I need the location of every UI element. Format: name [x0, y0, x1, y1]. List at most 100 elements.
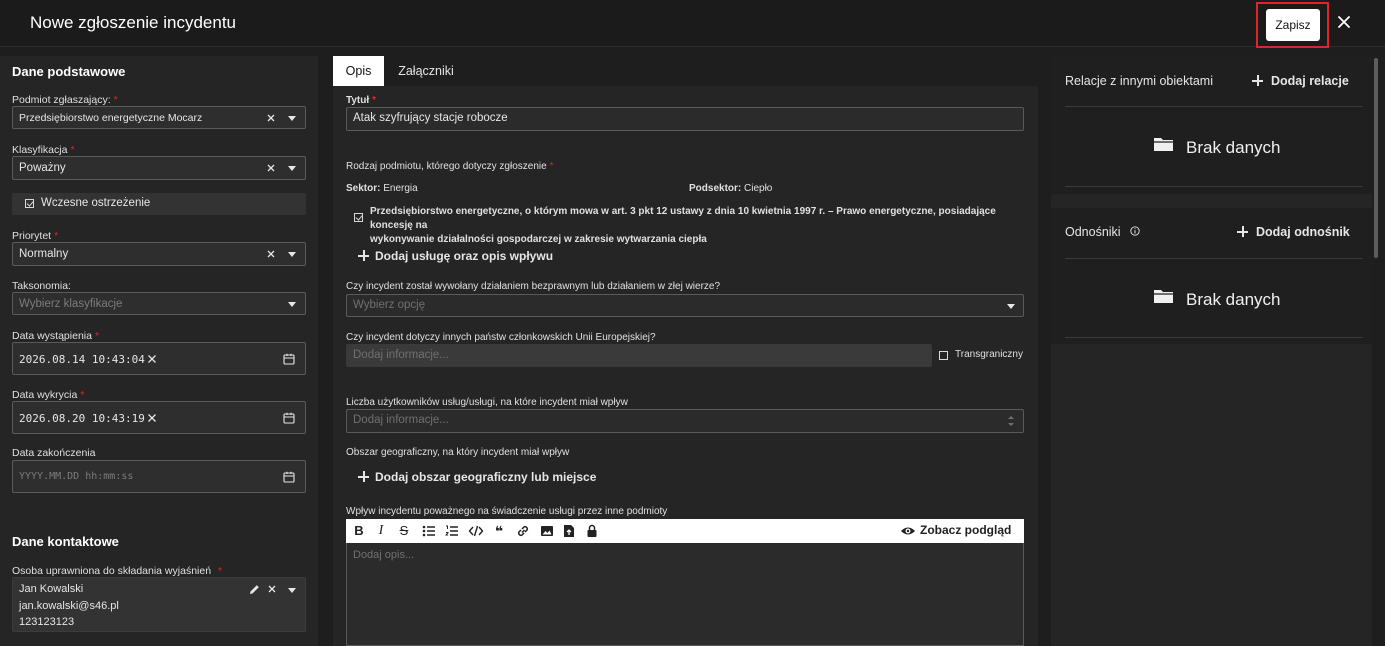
detected-date-input[interactable]: 2026.08.20 10:43:19: [12, 401, 306, 434]
entity-type-description: Przedsiębiorstwo energetyczne, o którym …: [370, 206, 996, 245]
taxonomy-label: Taksonomia:: [12, 280, 71, 292]
subject-type-label: Rodzaj podmiotu, którego dotyczy zgłosze…: [346, 161, 554, 172]
title-input[interactable]: Atak szyfrujący stacje robocze: [346, 107, 1024, 131]
image-icon[interactable]: [540, 523, 554, 539]
contact-person-select[interactable]: Jan Kowalski jan.kowalski@s46.pl 1231231…: [12, 577, 306, 632]
file-upload-icon[interactable]: [563, 523, 575, 539]
tab-attachments[interactable]: Załączniki: [391, 56, 461, 86]
strikethrough-icon[interactable]: S: [397, 523, 411, 539]
ended-date-input[interactable]: YYYY.MM.DD hh:mm:ss: [12, 460, 306, 493]
add-relation-button[interactable]: Dodaj relacje: [1271, 74, 1349, 88]
add-geo-area-button[interactable]: Dodaj obszar geograficzny lub miejsce: [375, 470, 596, 484]
editor-toolbar: B I S ❝ Zobacz podgląd: [346, 519, 1024, 543]
numbered-list-icon[interactable]: [445, 523, 459, 539]
relations-panel-column: Relacje z innymi obiektami Dodaj relacje…: [1051, 56, 1372, 646]
priority-label: Priorytet *: [12, 230, 59, 242]
chevron-down-icon[interactable]: [288, 588, 296, 593]
scrollbar[interactable]: [1373, 56, 1379, 646]
subsector-text: Podsektor: Ciepło: [689, 183, 773, 194]
subject-label: Podmiot zgłaszający: *: [12, 94, 118, 106]
save-button[interactable]: Zapisz: [1266, 9, 1320, 41]
contact-data-title: Dane kontaktowe: [12, 534, 119, 549]
info-icon[interactable]: [1130, 226, 1140, 236]
plus-icon: [1252, 75, 1263, 86]
folder-icon: [1154, 290, 1173, 303]
eu-states-input[interactable]: Dodaj informacje...: [346, 344, 932, 367]
unlawful-label: Czy incydent został wywołany działaniem …: [346, 281, 721, 292]
early-warning-checkbox[interactable]: [25, 199, 34, 208]
clear-icon[interactable]: [146, 412, 158, 424]
impact-label: Wpływ incydentu poważnego na świadczenie…: [346, 506, 668, 517]
early-warning-checkbox-row[interactable]: Wczesne ostrzeżenie: [12, 193, 306, 215]
basic-data-title: Dane podstawowe: [12, 64, 126, 79]
calendar-icon[interactable]: [283, 412, 295, 424]
bold-icon[interactable]: B: [352, 523, 366, 539]
impact-description-editor[interactable]: Dodaj opis...: [346, 543, 1024, 646]
add-reference-button[interactable]: Dodaj odnośnik: [1256, 225, 1350, 239]
plus-icon: [358, 471, 369, 482]
classification-select[interactable]: Poważny: [12, 156, 306, 180]
calendar-icon[interactable]: [283, 353, 295, 365]
scrollbar-thumb[interactable]: [1374, 58, 1378, 258]
users-count-label: Liczba użytkowników usług/usługi, na któ…: [346, 397, 628, 408]
description-panel: Opis Załączniki Tytuł * Atak szyfrujący s…: [333, 56, 1038, 646]
crossborder-label: Transgraniczny: [955, 349, 1023, 360]
occurred-label: Data wystąpienia *: [12, 330, 100, 342]
title-label: Tytuł *: [346, 95, 377, 106]
contact-email: jan.kowalski@s46.pl: [19, 600, 119, 612]
clear-icon[interactable]: [266, 583, 278, 595]
clear-icon[interactable]: [265, 162, 277, 174]
code-icon[interactable]: [468, 523, 484, 539]
relations-empty-text: Brak danych: [1186, 138, 1281, 157]
references-title: Odnośniki: [1065, 225, 1121, 239]
add-service-button[interactable]: Dodaj usługę oraz opis wpływu: [375, 249, 553, 263]
italic-icon[interactable]: I: [374, 523, 388, 539]
basic-data-panel: Dane podstawowe Podmiot zgłaszający: * Pr…: [0, 56, 318, 646]
taxonomy-select[interactable]: Wybierz klasyfikacje: [12, 292, 306, 315]
plus-icon: [1237, 226, 1248, 237]
references-panel: Odnośniki Dodaj odnośnik Brak danych: [1051, 208, 1372, 344]
sector-text: Sektor: Energia: [346, 183, 418, 194]
dialog-header: Nowe zgłoszenie incydentu Zapisz: [0, 0, 1385, 48]
stepper-icon[interactable]: [1007, 413, 1015, 429]
clear-icon[interactable]: [265, 248, 277, 260]
close-icon[interactable]: [1333, 11, 1355, 33]
geo-area-label: Obszar geograficzny, na który incydent m…: [346, 447, 570, 458]
page-title: Nowe zgłoszenie incydentu: [30, 13, 237, 32]
relations-panel: Relacje z innymi obiektami Dodaj relacje…: [1051, 56, 1372, 194]
early-warning-label: Wczesne ostrzeżenie: [41, 197, 151, 209]
entity-type-checkbox[interactable]: [354, 213, 363, 222]
eu-states-label: Czy incydent dotyczy innych państw człon…: [346, 332, 656, 343]
unlawful-select[interactable]: Wybierz opcję: [346, 294, 1024, 317]
chevron-down-icon[interactable]: [288, 115, 296, 121]
chevron-down-icon[interactable]: [288, 252, 296, 257]
relations-title: Relacje z innymi obiektami: [1065, 74, 1213, 88]
quote-icon[interactable]: ❝: [492, 523, 506, 539]
tab-bar: Opis Załączniki: [333, 56, 1038, 86]
tab-description[interactable]: Opis: [333, 56, 384, 86]
clear-icon[interactable]: [146, 353, 158, 365]
preview-button[interactable]: Zobacz podgląd: [920, 523, 1011, 537]
references-empty-text: Brak danych: [1186, 290, 1281, 309]
crossborder-checkbox[interactable]: [939, 351, 948, 360]
lock-icon[interactable]: [586, 523, 598, 539]
ended-label: Data zakończenia: [12, 447, 96, 459]
subject-select[interactable]: Przedsiębiorstwo energetyczne Mocarz: [12, 106, 306, 129]
priority-select[interactable]: Normalny: [12, 242, 306, 266]
detected-label: Data wykrycia *: [12, 389, 85, 401]
bullet-list-icon[interactable]: [422, 523, 436, 539]
calendar-icon[interactable]: [283, 471, 295, 483]
clear-icon[interactable]: [265, 112, 277, 124]
folder-icon: [1154, 138, 1173, 151]
classification-label: Klasyfikacja *: [12, 144, 75, 156]
chevron-down-icon[interactable]: [288, 301, 296, 307]
pencil-icon[interactable]: [248, 583, 261, 596]
link-icon[interactable]: [515, 523, 531, 539]
save-highlight: Zapisz: [1256, 2, 1329, 48]
contact-name: Jan Kowalski: [19, 583, 84, 595]
users-count-input[interactable]: Dodaj informacje...: [346, 409, 1024, 433]
chevron-down-icon[interactable]: [1007, 303, 1015, 309]
occurred-date-input[interactable]: 2026.08.14 10:43:04: [12, 342, 306, 375]
eye-icon: [901, 527, 915, 535]
chevron-down-icon[interactable]: [288, 166, 296, 171]
